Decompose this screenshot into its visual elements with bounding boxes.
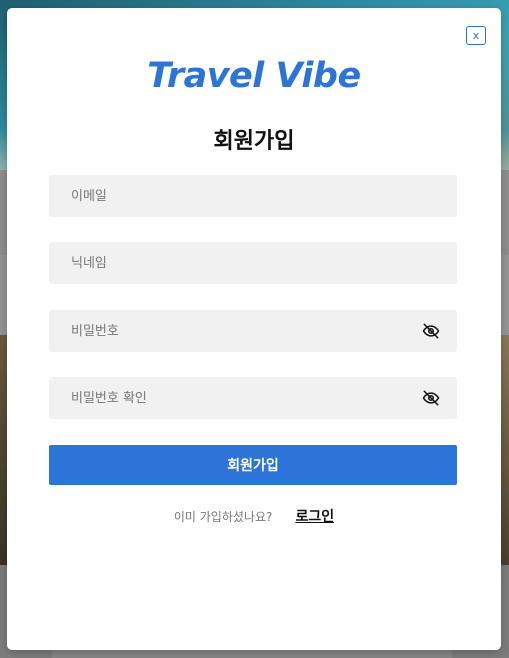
modal-title: 회원가입 [213,129,295,154]
email-input[interactable] [49,175,457,217]
login-prompt: 이미 가입하셨나요? 로그인 [7,506,501,526]
signup-modal: x Travel Vibe 회원가입 회원가입 이미 가입하셨나요? [7,8,501,650]
password-field-wrapper [49,310,457,352]
close-button[interactable]: x [466,26,486,45]
password-confirm-field-wrapper [49,377,457,419]
password-confirm-input[interactable] [49,377,457,419]
email-field-wrapper [49,175,457,217]
eye-off-icon[interactable] [422,322,440,340]
signup-submit-button[interactable]: 회원가입 [49,445,457,485]
eye-off-icon[interactable] [422,389,440,407]
brand-logo: Travel Vibe [147,56,361,96]
password-input[interactable] [49,310,457,352]
nickname-input[interactable] [49,242,457,284]
login-link[interactable]: 로그인 [295,509,334,525]
nickname-field-wrapper [49,242,457,284]
login-question: 이미 가입하셨나요? [173,510,273,524]
